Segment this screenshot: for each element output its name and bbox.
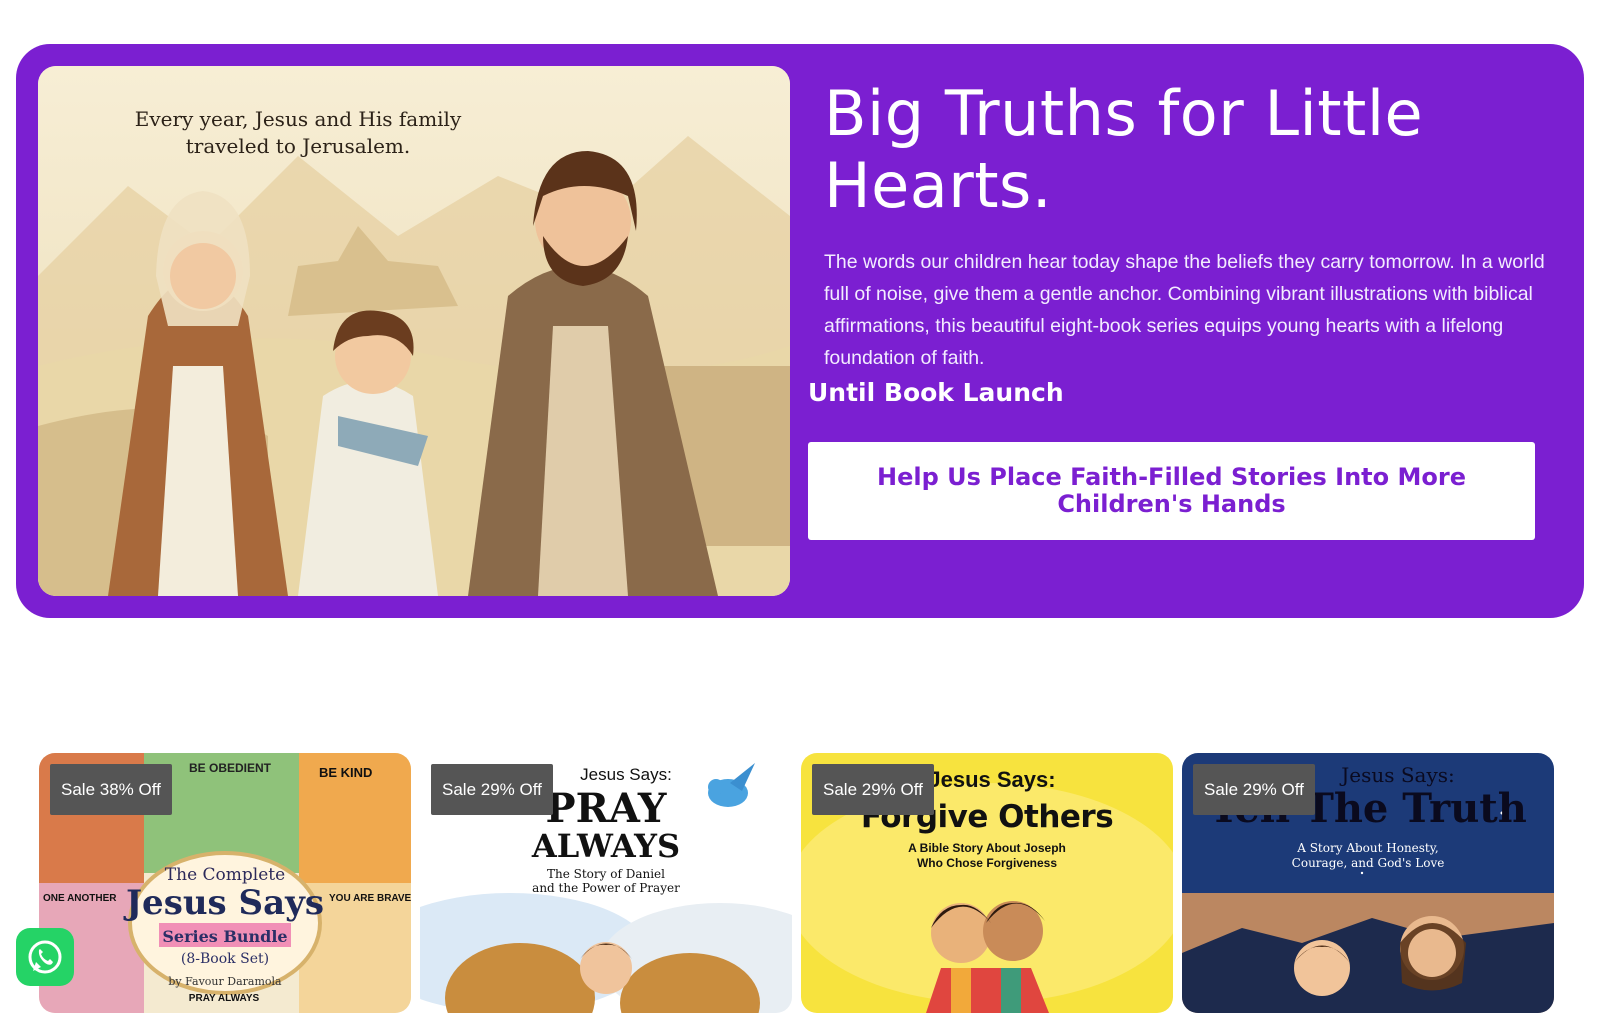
bundle-banner-top: The Complete	[164, 865, 286, 885]
hero-description: The words our children hear today shape …	[824, 251, 1545, 369]
cover-subtitle-1: A Story About Honesty,	[1297, 841, 1439, 855]
caption-line-1: Every year, Jesus and His family	[134, 107, 462, 131]
sale-badge: Sale 29% Off	[1193, 764, 1315, 815]
bundle-banner-main: Jesus Says	[125, 883, 325, 923]
bundle-ribbon: Series Bundle	[162, 927, 288, 946]
whatsapp-icon	[28, 940, 62, 974]
sale-badge: Sale 38% Off	[50, 764, 172, 815]
product-card-bundle[interactable]: BE OBEDIENT BE KIND ONE ANOTHER YOU ARE …	[39, 753, 411, 1013]
product-card-forgive-others[interactable]: Jesus Says: Forgive Others A Bible Story…	[801, 753, 1173, 1013]
cover-title-always: ALWAYS	[531, 827, 681, 865]
bundle-sub: (8-Book Set)	[180, 951, 270, 967]
hero-title-line-2: Hearts.	[824, 149, 1053, 222]
sale-badge: Sale 29% Off	[812, 764, 934, 815]
cover-line-kind: BE KIND	[319, 765, 373, 780]
caption-line-2: traveled to Jerusalem.	[185, 134, 411, 158]
hero-illustration: Every year, Jesus and His family travele…	[38, 66, 790, 596]
cover-subtitle-2: Who Chose Forgiveness	[916, 856, 1058, 870]
illustration-caption: Every year, Jesus and His family travele…	[78, 106, 518, 160]
whatsapp-button[interactable]	[16, 928, 74, 986]
hero-text-block: Big Truths for Little Hearts. The words …	[824, 78, 1552, 374]
cover-subtitle-2: Courage, and God's Love	[1291, 856, 1445, 870]
product-card-pray-always[interactable]: Jesus Says: PRAY ALWAYS The Story of Dan…	[420, 753, 792, 1013]
cover-subtitle-1: The Story of Daniel	[546, 867, 665, 881]
cover-line-obedient: BE OBEDIENT	[189, 761, 272, 775]
cover-subtitle-1: A Bible Story About Joseph	[908, 841, 1066, 855]
cover-subtitle-2: and the Power of Prayer	[532, 881, 680, 895]
product-card-tell-the-truth[interactable]: Jesus Says: Tell The Truth A Story About…	[1182, 753, 1554, 1013]
bundle-author: by Favour Daramola	[168, 975, 282, 988]
product-grid: BE OBEDIENT BE KIND ONE ANOTHER YOU ARE …	[39, 753, 1563, 1013]
cta-button[interactable]: Help Us Place Faith-Filled Stories Into …	[808, 442, 1535, 540]
sale-badge: Sale 29% Off	[431, 764, 553, 815]
hero-title: Big Truths for Little Hearts.	[824, 78, 1552, 222]
countdown-label: Until Book Launch	[808, 378, 1064, 407]
hero-title-line-1: Big Truths for Little	[824, 77, 1424, 150]
bundle-bottom-mid: PRAY ALWAYS	[188, 993, 260, 1004]
